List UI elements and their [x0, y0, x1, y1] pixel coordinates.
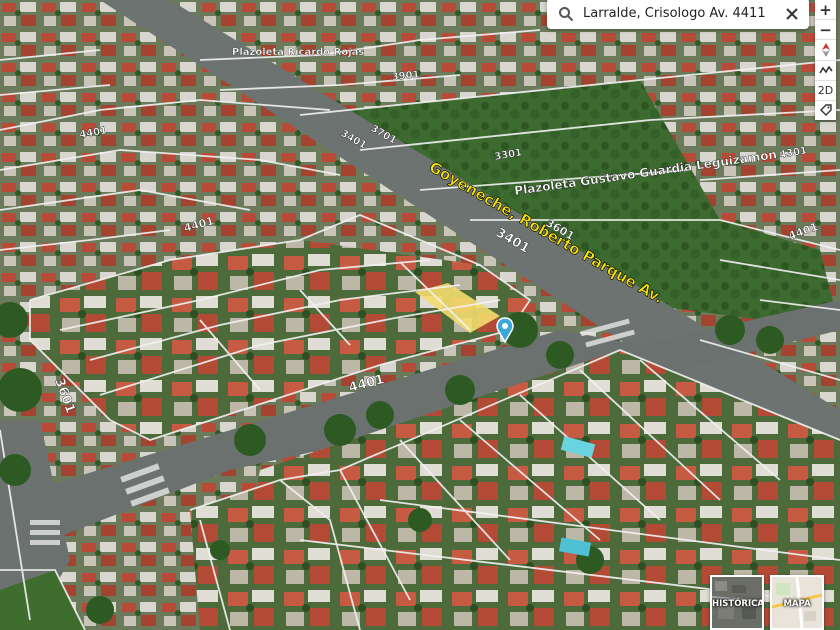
- zoom-in-button[interactable]: +: [815, 0, 836, 21]
- tilt-icon: [818, 65, 833, 74]
- 2d-button[interactable]: 2D: [815, 81, 836, 101]
- tag-icon: [819, 104, 832, 117]
- tag-button[interactable]: [815, 101, 836, 120]
- mapa-thumbnail[interactable]: MAPA: [770, 575, 824, 630]
- basemap-switcher: HISTÓRICA MAPA: [710, 575, 828, 630]
- historica-thumbnail[interactable]: HISTÓRICA: [710, 575, 764, 630]
- plus-icon: +: [819, 0, 832, 19]
- search-input[interactable]: [583, 6, 783, 21]
- tilt-button[interactable]: [815, 61, 836, 81]
- historica-label: HISTÓRICA: [712, 599, 764, 609]
- search-icon[interactable]: [557, 5, 575, 23]
- compass-icon: [821, 42, 830, 57]
- zoom-out-button[interactable]: −: [815, 20, 836, 41]
- search-bar[interactable]: [547, 0, 809, 29]
- aerial-map[interactable]: Goyeneche, Roberto Parque Av. 4401 3601 …: [0, 0, 840, 630]
- compass-button[interactable]: [815, 40, 836, 61]
- map-controls: + − 2D: [815, 0, 836, 120]
- mapa-label: MAPA: [783, 599, 811, 609]
- close-icon[interactable]: [783, 5, 801, 23]
- 2d-label: 2D: [817, 83, 834, 97]
- plaza-label-top: Plazoleta Ricardo Rojas: [232, 47, 364, 58]
- minus-icon: −: [819, 20, 832, 39]
